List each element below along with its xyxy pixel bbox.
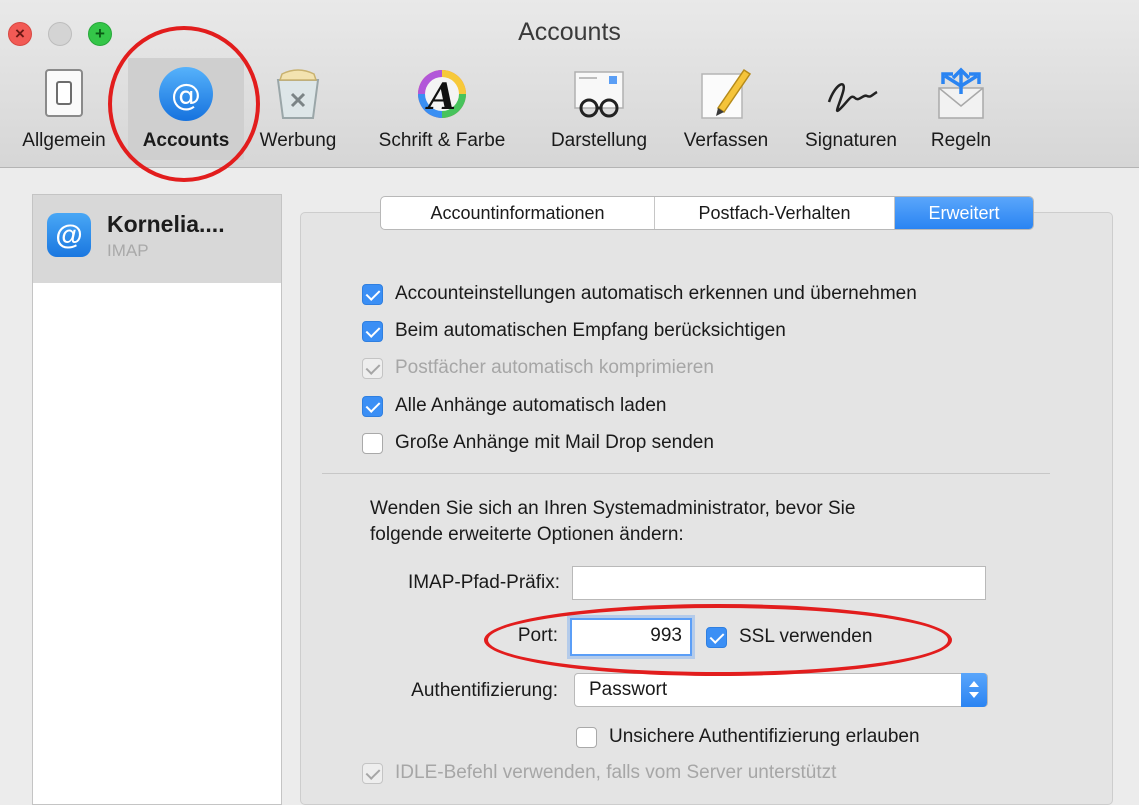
signature-icon	[827, 83, 878, 113]
option-auto-detect-settings[interactable]: Accounteinstellungen automatisch erkenne…	[362, 281, 917, 307]
toolbar-item-signaturen[interactable]: Signaturen	[786, 58, 916, 160]
font-color-icon: A	[418, 70, 466, 118]
auth-select-value: Passwort	[589, 679, 668, 700]
window-title: Accounts	[518, 18, 621, 46]
account-list-item[interactable]: @ Kornelia.... IMAP	[33, 195, 281, 283]
toolbar-item-verfassen[interactable]: Verfassen	[666, 58, 786, 160]
account-type: IMAP	[107, 241, 149, 260]
tab-accountinformationen[interactable]: Accountinformationen	[381, 197, 655, 229]
imap-prefix-label: IMAP-Pfad-Präfix:	[407, 572, 560, 593]
checkbox-checked[interactable]	[362, 395, 383, 417]
toolbar-item-werbung[interactable]: Werbung	[244, 58, 352, 160]
option-include-auto-fetch[interactable]: Beim automatischen Empfang berücksichtig…	[362, 318, 786, 344]
checkbox-checked[interactable]	[706, 626, 727, 648]
toolbar-item-label: Accounts	[142, 130, 230, 151]
checkbox-unchecked[interactable]	[576, 726, 597, 748]
segmented-tabs: Accountinformationen Postfach-Verhalten …	[380, 196, 1034, 230]
checkbox-unchecked[interactable]	[362, 432, 383, 454]
port-input[interactable]: 993	[570, 618, 692, 656]
tab-erweitert[interactable]: Erweitert	[895, 197, 1033, 229]
switch-icon	[45, 69, 83, 117]
tab-postfach-verhalten[interactable]: Postfach-Verhalten	[655, 197, 895, 229]
toolbar-item-label: Werbung	[259, 130, 337, 151]
window-toolbar: × + Accounts Allgemein @ Accounts Werbun…	[0, 0, 1139, 168]
auth-select[interactable]: Passwort	[574, 673, 988, 707]
toolbar-item-label: Regeln	[930, 130, 992, 151]
divider	[322, 473, 1050, 474]
toolbar-item-label: Darstellung	[550, 130, 648, 151]
at-icon: @	[159, 67, 213, 121]
toolbar-item-label: Verfassen	[683, 130, 769, 151]
toolbar-item-label: Schrift & Farbe	[378, 130, 506, 151]
toolbar-item-schrift-farbe[interactable]: A Schrift & Farbe	[352, 58, 532, 160]
toolbar-item-darstellung[interactable]: Darstellung	[532, 58, 666, 160]
accounts-sidebar: @ Kornelia.... IMAP	[32, 194, 282, 805]
glasses-icon	[574, 71, 624, 118]
toolbar-item-label: Signaturen	[805, 130, 897, 151]
trash-icon	[276, 69, 320, 119]
auth-label: Authentifizierung:	[411, 680, 558, 701]
checkbox-disabled	[362, 357, 383, 379]
svg-text:@: @	[171, 78, 201, 113]
checkbox-checked[interactable]	[362, 320, 383, 342]
svg-text:A: A	[425, 76, 456, 118]
option-download-attachments[interactable]: Alle Anhänge automatisch laden	[362, 393, 666, 419]
pencil-icon	[701, 68, 752, 119]
option-mail-drop[interactable]: Große Anhänge mit Mail Drop senden	[362, 430, 714, 456]
option-insecure-auth[interactable]: Unsichere Authentifizierung erlauben	[576, 724, 920, 750]
checkbox-disabled	[362, 762, 383, 784]
option-compact-mailboxes: Postfächer automatisch komprimieren	[362, 355, 714, 381]
checkbox-checked[interactable]	[362, 283, 383, 305]
select-arrows-icon	[961, 673, 987, 707]
at-icon: @	[47, 213, 91, 257]
toolbar-item-allgemein[interactable]: Allgemein	[0, 58, 128, 160]
port-label: Port:	[517, 625, 558, 646]
toolbar-item-regeln[interactable]: Regeln	[916, 58, 1006, 160]
rules-envelope-icon	[938, 67, 984, 119]
account-name: Kornelia....	[107, 211, 225, 237]
admin-note: Wenden Sie sich an Ihren Systemadministr…	[370, 498, 856, 545]
option-use-ssl[interactable]: SSL verwenden	[706, 624, 872, 650]
toolbar-item-label: Allgemein	[22, 130, 106, 151]
imap-prefix-input[interactable]	[572, 566, 986, 600]
toolbar-item-accounts[interactable]: @ Accounts	[128, 58, 244, 160]
option-idle-command: IDLE-Befehl verwenden, falls vom Server …	[362, 760, 836, 786]
